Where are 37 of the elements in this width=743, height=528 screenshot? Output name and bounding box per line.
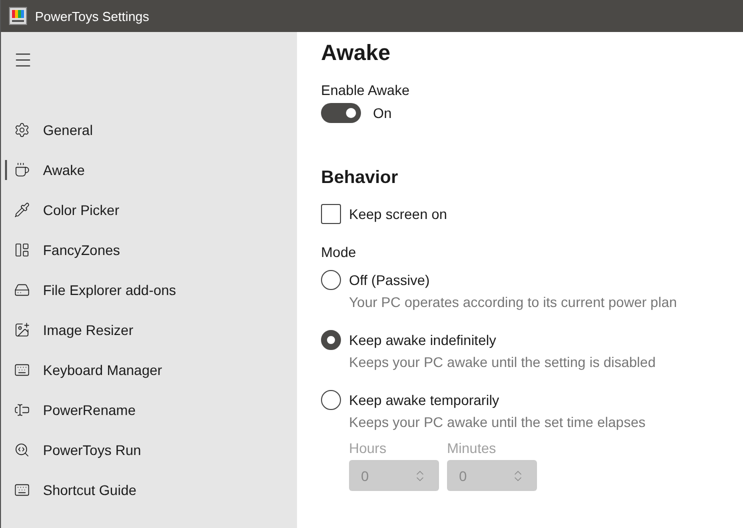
text-cursor-icon [14, 402, 30, 418]
field-label: Minutes [447, 440, 498, 456]
radio-option[interactable]: Keep awake temporarily [321, 390, 500, 410]
sidebar-item[interactable]: Color Picker [1, 190, 297, 230]
option-description: Your PC operates according to its current power plan [348, 294, 678, 310]
search-code-icon [14, 442, 30, 458]
layout-icon [14, 242, 30, 258]
sidebar-item[interactable]: General [1, 110, 297, 150]
toggle-state: On [373, 105, 392, 121]
keep-screen-checkbox[interactable]: Keep screen on [321, 204, 448, 224]
selection-indicator [5, 160, 7, 180]
toggle-switch[interactable] [321, 103, 361, 123]
sidebar-item[interactable]: Shortcut Guide [1, 470, 297, 510]
option-description: Keeps your PC awake until the set time elapses [348, 414, 646, 430]
sidebar-item[interactable]: FancyZones [1, 230, 297, 270]
sidebar-item[interactable]: Image Resizer [1, 310, 297, 350]
keyboard-icon [14, 482, 30, 498]
mode-label: Mode [321, 244, 358, 260]
eyedropper-icon [14, 202, 30, 218]
gear-icon [14, 122, 30, 138]
radio-option[interactable]: Off (Passive) [321, 270, 430, 290]
sidebar-item[interactable]: File Explorer add-ons [1, 270, 297, 310]
image-icon [14, 322, 30, 338]
window-title: PowerToys Settings [35, 8, 150, 24]
app-logo-icon [9, 7, 27, 25]
page-title: Awake [321, 39, 392, 67]
field-label: Hours [349, 440, 388, 456]
sidebar-item[interactable]: Keyboard Manager [1, 350, 297, 390]
radio-option[interactable]: Keep awake indefinitely [321, 330, 496, 350]
option-description: Keeps your PC awake until the setting is disabled [348, 354, 657, 370]
toggle-label: Enable Awake [321, 82, 410, 98]
section-heading: Behavior [321, 166, 400, 189]
sidebar-item[interactable]: PowerToys Run [1, 430, 297, 470]
drive-icon [14, 282, 30, 298]
keyboard-icon [14, 362, 30, 378]
cup-icon [14, 162, 30, 178]
sidebar-item[interactable]: PowerRename [1, 390, 297, 430]
